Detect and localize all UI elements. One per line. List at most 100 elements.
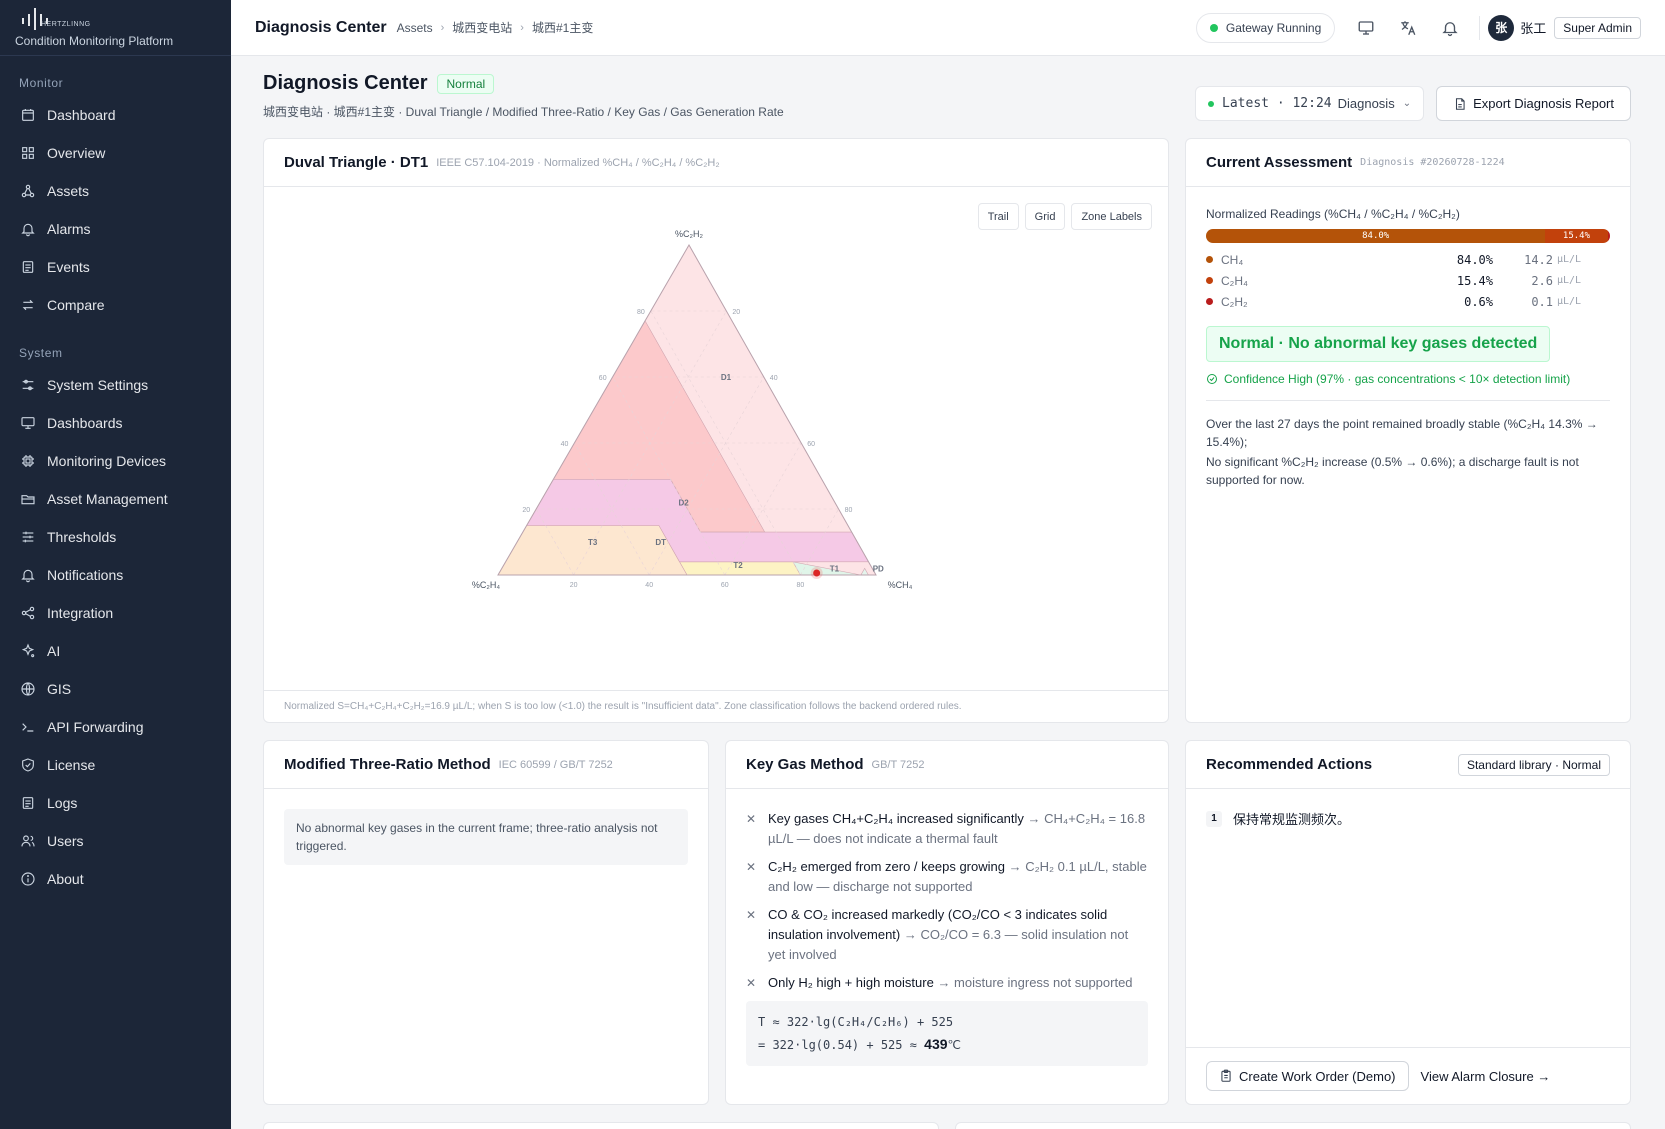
clipboard-icon — [1221, 1069, 1231, 1082]
sidebar-item-dashboard[interactable]: Dashboard — [0, 96, 231, 134]
breadcrumb-item[interactable]: 城西#1主变 — [532, 19, 593, 36]
breadcrumb-item[interactable]: 城西变电站 — [452, 19, 512, 36]
card-header: Recommended Actions Standard library · N… — [1186, 741, 1630, 789]
tick-label: 60 — [599, 375, 607, 382]
trail-toggle[interactable]: Trail — [977, 203, 1019, 230]
gas-list: CH₄ 84.0% 14.2 µL/L C₂H₄ 15.4% 2.6 µL/L C₂H₂ 0.6%… — [1206, 249, 1610, 312]
create-work-order-button[interactable]: Create Work Order (Demo) — [1206, 1061, 1409, 1091]
sidebar-item-overview[interactable]: Overview — [0, 134, 231, 172]
sidebar-item-compare[interactable]: Compare — [0, 286, 231, 324]
sidebar-item-alarms[interactable]: Alarms — [0, 210, 231, 248]
gas-ratio-segment: 15.4% — [1545, 229, 1608, 243]
sidebar-item-label: Users — [47, 833, 84, 849]
breadcrumb-item[interactable]: Assets — [397, 21, 433, 35]
key-gas-item: ✕ Key gases CH₄+C₂H₄ increased significa… — [746, 809, 1148, 849]
sidebar-item-assets[interactable]: Assets — [0, 172, 231, 210]
topbar-title: Diagnosis Center — [255, 18, 387, 36]
sidebar-item-users[interactable]: Users — [0, 822, 231, 860]
gateway-status[interactable]: Gateway Running — [1195, 12, 1336, 43]
chart-label: %CH₄ — [888, 580, 913, 590]
sidebar-item-label: Compare — [47, 297, 105, 313]
readings-label: Normalized Readings (%CH₄ / %C₂H₄ / %C₂H… — [1206, 207, 1460, 221]
sidebar-item-label: Monitoring Devices — [47, 453, 167, 469]
check-circle-icon — [1207, 374, 1217, 384]
formula-line: = 322·lg(0.54) + 525 ≈ 439℃ — [758, 1033, 1136, 1056]
info-icon — [20, 871, 36, 887]
brand-logo[interactable]: HERTZLINNG — [15, 6, 216, 32]
gas-row: C₂H₂ 0.6% 0.1 µL/L — [1206, 291, 1610, 312]
list-icon — [20, 259, 36, 275]
diagnosis-result: Normal · No abnormal key gases detected — [1206, 326, 1551, 362]
temperature-formula: T ≈ 322·lg(C₂H₄/C₂H₆) + 525 = 322·lg(0.5… — [746, 1001, 1148, 1066]
select-time: Latest · 12:24 — [1222, 96, 1332, 111]
sidebar-item-label: System Settings — [47, 377, 149, 393]
gas-color-dot-icon — [1206, 298, 1213, 305]
three-ratio-card: Modified Three-Ratio Method IEC 60599 / … — [263, 740, 709, 1105]
sidebar-item-license[interactable]: License — [0, 746, 231, 784]
sidebar-item-about[interactable]: About — [0, 860, 231, 898]
create-work-order-label: Create Work Order (Demo) — [1239, 1068, 1396, 1084]
bell-icon — [20, 221, 36, 237]
status-dot-icon — [1209, 23, 1218, 32]
zone-label-d1: D1 — [721, 373, 732, 382]
swap-icon — [20, 297, 36, 313]
tick-label: 80 — [845, 507, 853, 514]
username[interactable]: 张工 — [1520, 18, 1546, 37]
sidebar-item-asset-management[interactable]: Asset Management — [0, 480, 231, 518]
sidebar-item-label: AI — [47, 643, 61, 659]
sidebar-item-integration[interactable]: Integration — [0, 594, 231, 632]
duval-toolbar: Trail Grid Zone Labels — [977, 203, 1152, 230]
gas-row: CH₄ 84.0% 14.2 µL/L — [1206, 249, 1610, 270]
key-gas-item: ✕ CO & CO₂ increased markedly (CO₂/CO < … — [746, 905, 1148, 965]
sidebar-item-label: License — [47, 757, 96, 773]
confidence-text: Confidence High (97% · gas concentration… — [1224, 372, 1571, 386]
data-point — [813, 569, 821, 577]
formula-expression: = 322·lg(0.54) + 525 ≈ — [758, 1038, 925, 1052]
sidebar-item-dashboards[interactable]: Dashboards — [0, 404, 231, 442]
chevron-down-icon: ⌄ — [1402, 98, 1412, 109]
cross-icon: ✕ — [746, 976, 757, 990]
card-peek — [955, 1122, 1631, 1129]
divider — [1479, 15, 1481, 40]
sidebar: HERTZLINNG Condition Monitoring Platform… — [0, 0, 231, 1129]
translate-icon[interactable] — [1393, 13, 1423, 43]
sidebar-item-events[interactable]: Events — [0, 248, 231, 286]
sidebar-item-system-settings[interactable]: System Settings — [0, 366, 231, 404]
card-header: Key Gas Method GB/T 7252 — [726, 741, 1168, 789]
sidebar-item-label: Events — [47, 259, 90, 275]
bell-icon[interactable] — [1435, 13, 1465, 43]
diagnosis-time-select[interactable]: Latest · 12:24 Diagnosis ⌄ — [1195, 86, 1425, 121]
gas-ratio-bar: 84.0% 15.4% — [1206, 229, 1610, 243]
terminal-icon — [20, 719, 36, 735]
view-alarm-closure-link[interactable]: View Alarm Closure → — [1421, 1069, 1551, 1084]
export-report-label: Export Diagnosis Report — [1473, 96, 1614, 111]
tick-label: 80 — [637, 309, 645, 316]
sidebar-item-monitoring-devices[interactable]: Monitoring Devices — [0, 442, 231, 480]
sidebar-item-thresholds[interactable]: Thresholds — [0, 518, 231, 556]
sidebar-item-label: About — [47, 871, 84, 887]
list-icon — [20, 795, 36, 811]
grid-toggle[interactable]: Grid — [1024, 203, 1066, 230]
zone-label-d2: D2 — [679, 498, 690, 507]
duval-triangle-chart: %C₂H₂ %C₂H₄ %CH₄ 20 20 80 40 40 60 60 60 40 80 80 20 D1… — [472, 229, 913, 590]
sidebar-item-ai[interactable]: AI — [0, 632, 231, 670]
recommended-actions-card: Recommended Actions Standard library · N… — [1185, 740, 1631, 1105]
gas-ratio-segment: 84.0% — [1206, 229, 1546, 243]
sidebar-item-gis[interactable]: GIS — [0, 670, 231, 708]
assessment-card: Current Assessment Diagnosis #20260728-1… — [1185, 138, 1631, 723]
gas-row: C₂H₄ 15.4% 2.6 µL/L — [1206, 270, 1610, 291]
logo-icon — [22, 8, 48, 30]
sidebar-item-notifications[interactable]: Notifications — [0, 556, 231, 594]
key-gas-body: ✕ Key gases CH₄+C₂H₄ increased significa… — [726, 789, 1168, 1066]
zone-labels-toggle[interactable]: Zone Labels — [1071, 203, 1152, 230]
gas-unit: µL/L — [1557, 254, 1582, 265]
topbar-actions: Gateway Running 张 张工 Super Admin — [1195, 12, 1641, 43]
sidebar-item-api-forwarding[interactable]: API Forwarding — [0, 708, 231, 746]
diagnosis-id: Diagnosis #20260728-1224 — [1360, 157, 1505, 168]
export-report-button[interactable]: Export Diagnosis Report — [1436, 86, 1631, 121]
monitor-icon[interactable] — [1351, 13, 1381, 43]
tick-label: 40 — [770, 375, 778, 382]
key-gas-condition: C₂H₂ emerged from zero / keeps growing — [768, 859, 1005, 874]
sidebar-item-logs[interactable]: Logs — [0, 784, 231, 822]
avatar[interactable]: 张 — [1488, 14, 1515, 41]
